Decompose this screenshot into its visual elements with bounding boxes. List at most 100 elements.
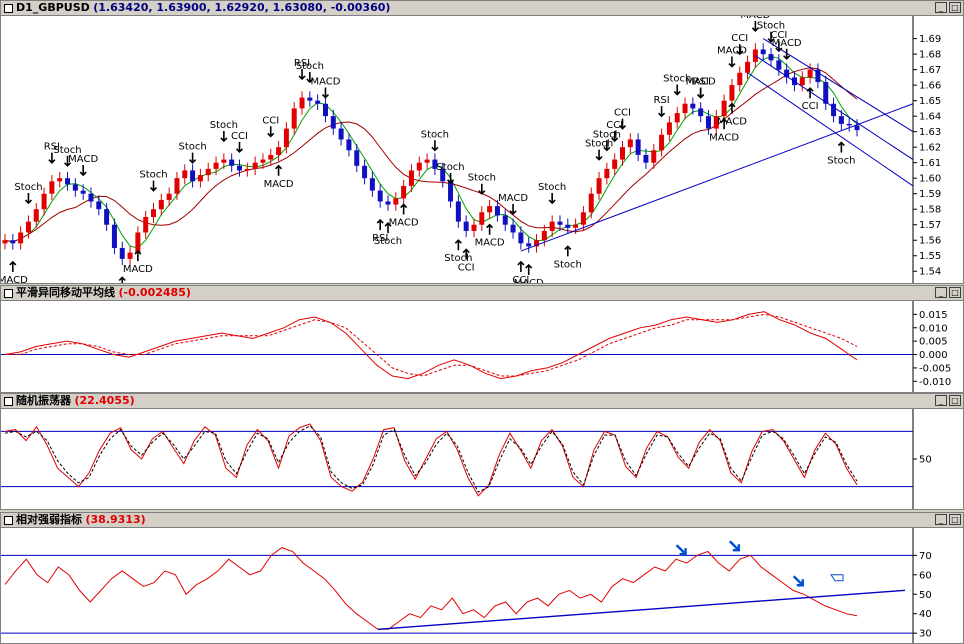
minimize-button[interactable]: _ [935, 287, 947, 298]
stoch-main-line [4, 423, 858, 497]
signal-arrow-down [673, 84, 681, 96]
y-tick-label: 0.005 [919, 337, 948, 348]
maximize-button[interactable]: □ [949, 287, 961, 298]
channel-lower [747, 72, 914, 187]
candle-body [377, 190, 383, 202]
candle-body [729, 85, 735, 101]
y-tick-label: -0.005 [919, 363, 951, 374]
signal-arrow-down [509, 203, 517, 215]
signal-label: MACD [389, 218, 419, 229]
signal-label: Stoch [421, 129, 449, 140]
signal-label: MACD [772, 38, 802, 49]
minimize-button[interactable]: _ [935, 514, 947, 525]
pane-menu-icon[interactable] [4, 515, 13, 525]
candle-body [510, 224, 516, 233]
minimize-button[interactable]: _ [935, 395, 947, 406]
candle-body [182, 170, 188, 179]
candle-body [276, 147, 282, 155]
candle-body [244, 168, 250, 171]
candle-body [838, 116, 844, 124]
candle-body [502, 215, 508, 225]
signal-arrow-up [525, 263, 533, 276]
y-tick-label: 1.60 [919, 174, 941, 185]
pointing-hand-icon [830, 574, 844, 582]
signal-label: Stoch [210, 120, 238, 131]
candle-body [260, 159, 266, 163]
candle-body [659, 134, 665, 151]
y-tick-label: 1.55 [919, 251, 941, 262]
price-pane-titlebar: D1_GBPUSD (1.63420, 1.63900, 1.62920, 1.… [1, 1, 963, 16]
candle-body [322, 103, 328, 117]
y-tick-label: 0.015 [919, 310, 948, 321]
candle-body [690, 103, 696, 109]
signal-arrow-down [235, 141, 244, 153]
y-tick-label: 60 [919, 570, 932, 581]
signal-label: MACD [475, 238, 505, 249]
candle-body [760, 49, 766, 55]
y-tick-label: 70 [919, 551, 932, 562]
candle-body [111, 224, 117, 248]
blue-arrow-icon [729, 540, 741, 552]
signal-arrow-down [783, 48, 791, 60]
y-tick-label: 1.61 [919, 158, 941, 169]
rsi-pane-titlebar: 相对强弱指标 (38.9313) _ □ [1, 513, 963, 528]
blue-arrow-icon [792, 575, 804, 587]
signal-arrow-down [189, 152, 197, 164]
signal-label: CCI [606, 120, 623, 131]
candle-body [455, 201, 461, 222]
pane-menu-icon[interactable] [4, 288, 13, 298]
signal-label: CCI [262, 115, 279, 126]
y-tick-label: 1.54 [919, 267, 941, 278]
signal-arrow-down [548, 193, 556, 205]
y-tick-label: 1.56 [919, 236, 941, 247]
candle-body [416, 162, 422, 171]
candle-body [643, 154, 649, 163]
candle-body [135, 232, 141, 253]
candle-body [49, 181, 55, 194]
candle-body [299, 97, 305, 109]
signal-arrow-down [446, 172, 455, 184]
y-tick-label: 1.65 [919, 96, 941, 107]
candle-body [565, 224, 571, 228]
macd-pane: 平滑异同移动平均线 (-0.002485) _ □ -0.010 -0.005 0.… [0, 285, 964, 393]
candle-body [596, 178, 602, 194]
pane-title: 随机振荡器 [16, 394, 71, 407]
pane-menu-icon[interactable] [4, 3, 13, 13]
signal-arrow-down [431, 140, 439, 152]
candle-body [549, 221, 555, 231]
signal-arrow-up [134, 249, 142, 262]
pane-title: 平滑异同移动平均线 [16, 286, 115, 299]
candle-body [307, 97, 313, 101]
candle-body [674, 113, 680, 123]
pane-values: (1.63420, 1.63900, 1.62920, 1.63080, -0.… [93, 1, 391, 14]
candle-body [401, 185, 407, 199]
candle-body [620, 147, 626, 160]
candle-body [573, 224, 579, 228]
candle-body [143, 216, 149, 233]
blue-arrow-icon [675, 544, 687, 556]
maximize-button[interactable]: □ [949, 2, 961, 13]
candle-body [252, 162, 258, 169]
signal-label: Stoch [296, 61, 324, 72]
candle-body [846, 123, 852, 126]
maximize-button[interactable]: □ [949, 395, 961, 406]
macd-pane-titlebar: 平滑异同移动平均线 (-0.002485) _ □ [1, 286, 963, 301]
y-tick-label: 30 [919, 629, 932, 640]
stoch-chart: 50 [1, 409, 932, 509]
signal-arrow-down [321, 87, 330, 99]
window-buttons: _ □ [935, 514, 961, 525]
signal-label: MACD [498, 193, 528, 204]
candle-body [807, 69, 813, 78]
candle-body [737, 72, 743, 86]
candle-body [580, 212, 586, 225]
signal-arrow-down [728, 56, 736, 68]
maximize-button[interactable]: □ [949, 514, 961, 525]
pane-menu-icon[interactable] [4, 396, 13, 406]
signal-arrow-down [658, 106, 666, 118]
candle-body [588, 193, 594, 213]
candle-body [682, 103, 688, 114]
candle-body [362, 165, 368, 179]
minimize-button[interactable]: _ [935, 2, 947, 13]
candle-body [705, 116, 711, 129]
y-tick-label: 1.66 [919, 81, 941, 92]
